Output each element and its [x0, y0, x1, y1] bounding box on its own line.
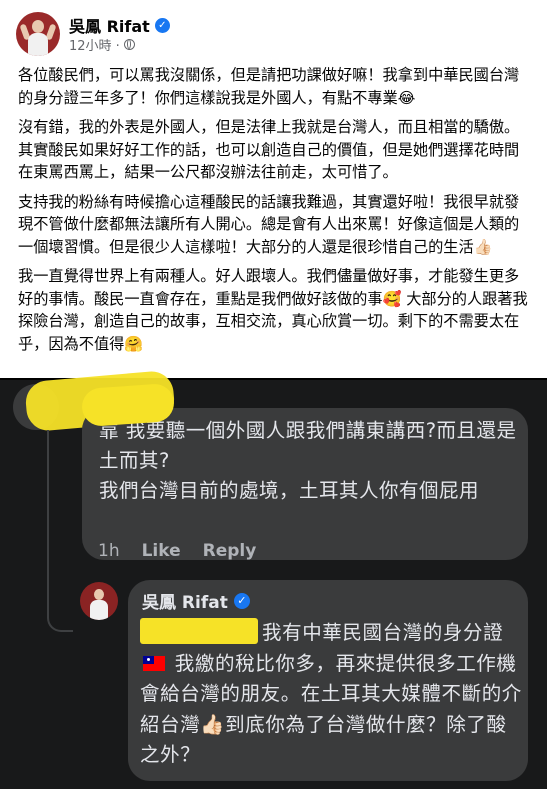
comment-text: 靠 我要聽一個外國人跟我們講東講西?而且還是土而其? 我們台灣目前的處境，土耳其…: [99, 419, 517, 502]
post-author[interactable]: 吳鳳 Rifat ✓: [69, 13, 170, 37]
author-avatar[interactable]: [16, 12, 60, 56]
facebook-post: 吳鳳 Rifat ✓ 12小時 · 各位酸民們，可以罵我沒關係，但是請把功課做好…: [0, 0, 547, 378]
reply-bubble: 吳鳳 Rifat ✓ 我有中華民國台灣的身分證 我繳的稅比你多，再來提供很多工作…: [128, 580, 528, 781]
redaction-highlight: [140, 618, 258, 644]
post-paragraph: 各位酸民們，可以罵我沒關係，但是請把功課做好嘛！我拿到中華民國台灣的身分證三年多…: [18, 66, 520, 107]
verified-badge-icon: ✓: [154, 17, 170, 33]
redaction-highlight: [80, 382, 176, 428]
verified-badge-icon: ✓: [233, 592, 250, 609]
post-paragraph: 沒有錯，我的外表是外國人，但是法律上我就是台灣人，而且相當的驕傲。其實酸民如果好…: [18, 118, 520, 181]
reply-text: 我有中華民國台灣的身分證 我繳的稅比你多，再來提供很多工作機會給台灣的朋友。在土…: [140, 618, 522, 771]
post-meta: 12小時 ·: [69, 35, 135, 54]
reply-button[interactable]: Reply: [203, 541, 257, 561]
like-button[interactable]: Like: [142, 541, 181, 561]
reply-author-name[interactable]: 吳鳳 Rifat: [142, 588, 228, 613]
globe-icon: [123, 39, 135, 50]
post-paragraph: 支持我的粉絲有時候擔心這種酸民的話讓我難過，其實還好啦！我很早就發現不管做什麼都…: [18, 192, 520, 256]
reply-text-part-b: 我繳的稅比你多，再來提供很多工作機會給台灣的朋友。在土耳其大媒體不斷的介紹台灣👍…: [140, 651, 522, 767]
reply-thread-line: [47, 430, 73, 632]
post-author-name[interactable]: 吳鳳 Rifat: [69, 13, 150, 37]
post-timestamp[interactable]: 12小時 ·: [69, 35, 120, 54]
reply-author[interactable]: 吳鳳 Rifat ✓: [142, 588, 250, 613]
reply-author-avatar[interactable]: [80, 582, 118, 620]
comment-screenshot: 靠 我要聽一個外國人跟我們講東講西?而且還是土而其? 我們台灣目前的處境，土耳其…: [0, 369, 547, 789]
reply-text-part-a: 我有中華民國台灣的身分證: [262, 621, 504, 644]
taiwan-flag-icon: [143, 655, 165, 671]
comment-actions: 1h Like Reply: [98, 541, 256, 561]
post-paragraph: 我一直覺得世界上有兩種人。好人跟壞人。我們儘量做好事，才能發生更多好的事情。酸民…: [18, 267, 528, 353]
post-body: 各位酸民們，可以罵我沒關係，但是請把功課做好嘛！我拿到中華民國台灣的身分證三年多…: [18, 64, 532, 362]
comment-bubble: 靠 我要聽一個外國人跟我們講東講西?而且還是土而其? 我們台灣目前的處境，土耳其…: [82, 408, 528, 560]
comment-time[interactable]: 1h: [98, 541, 120, 561]
